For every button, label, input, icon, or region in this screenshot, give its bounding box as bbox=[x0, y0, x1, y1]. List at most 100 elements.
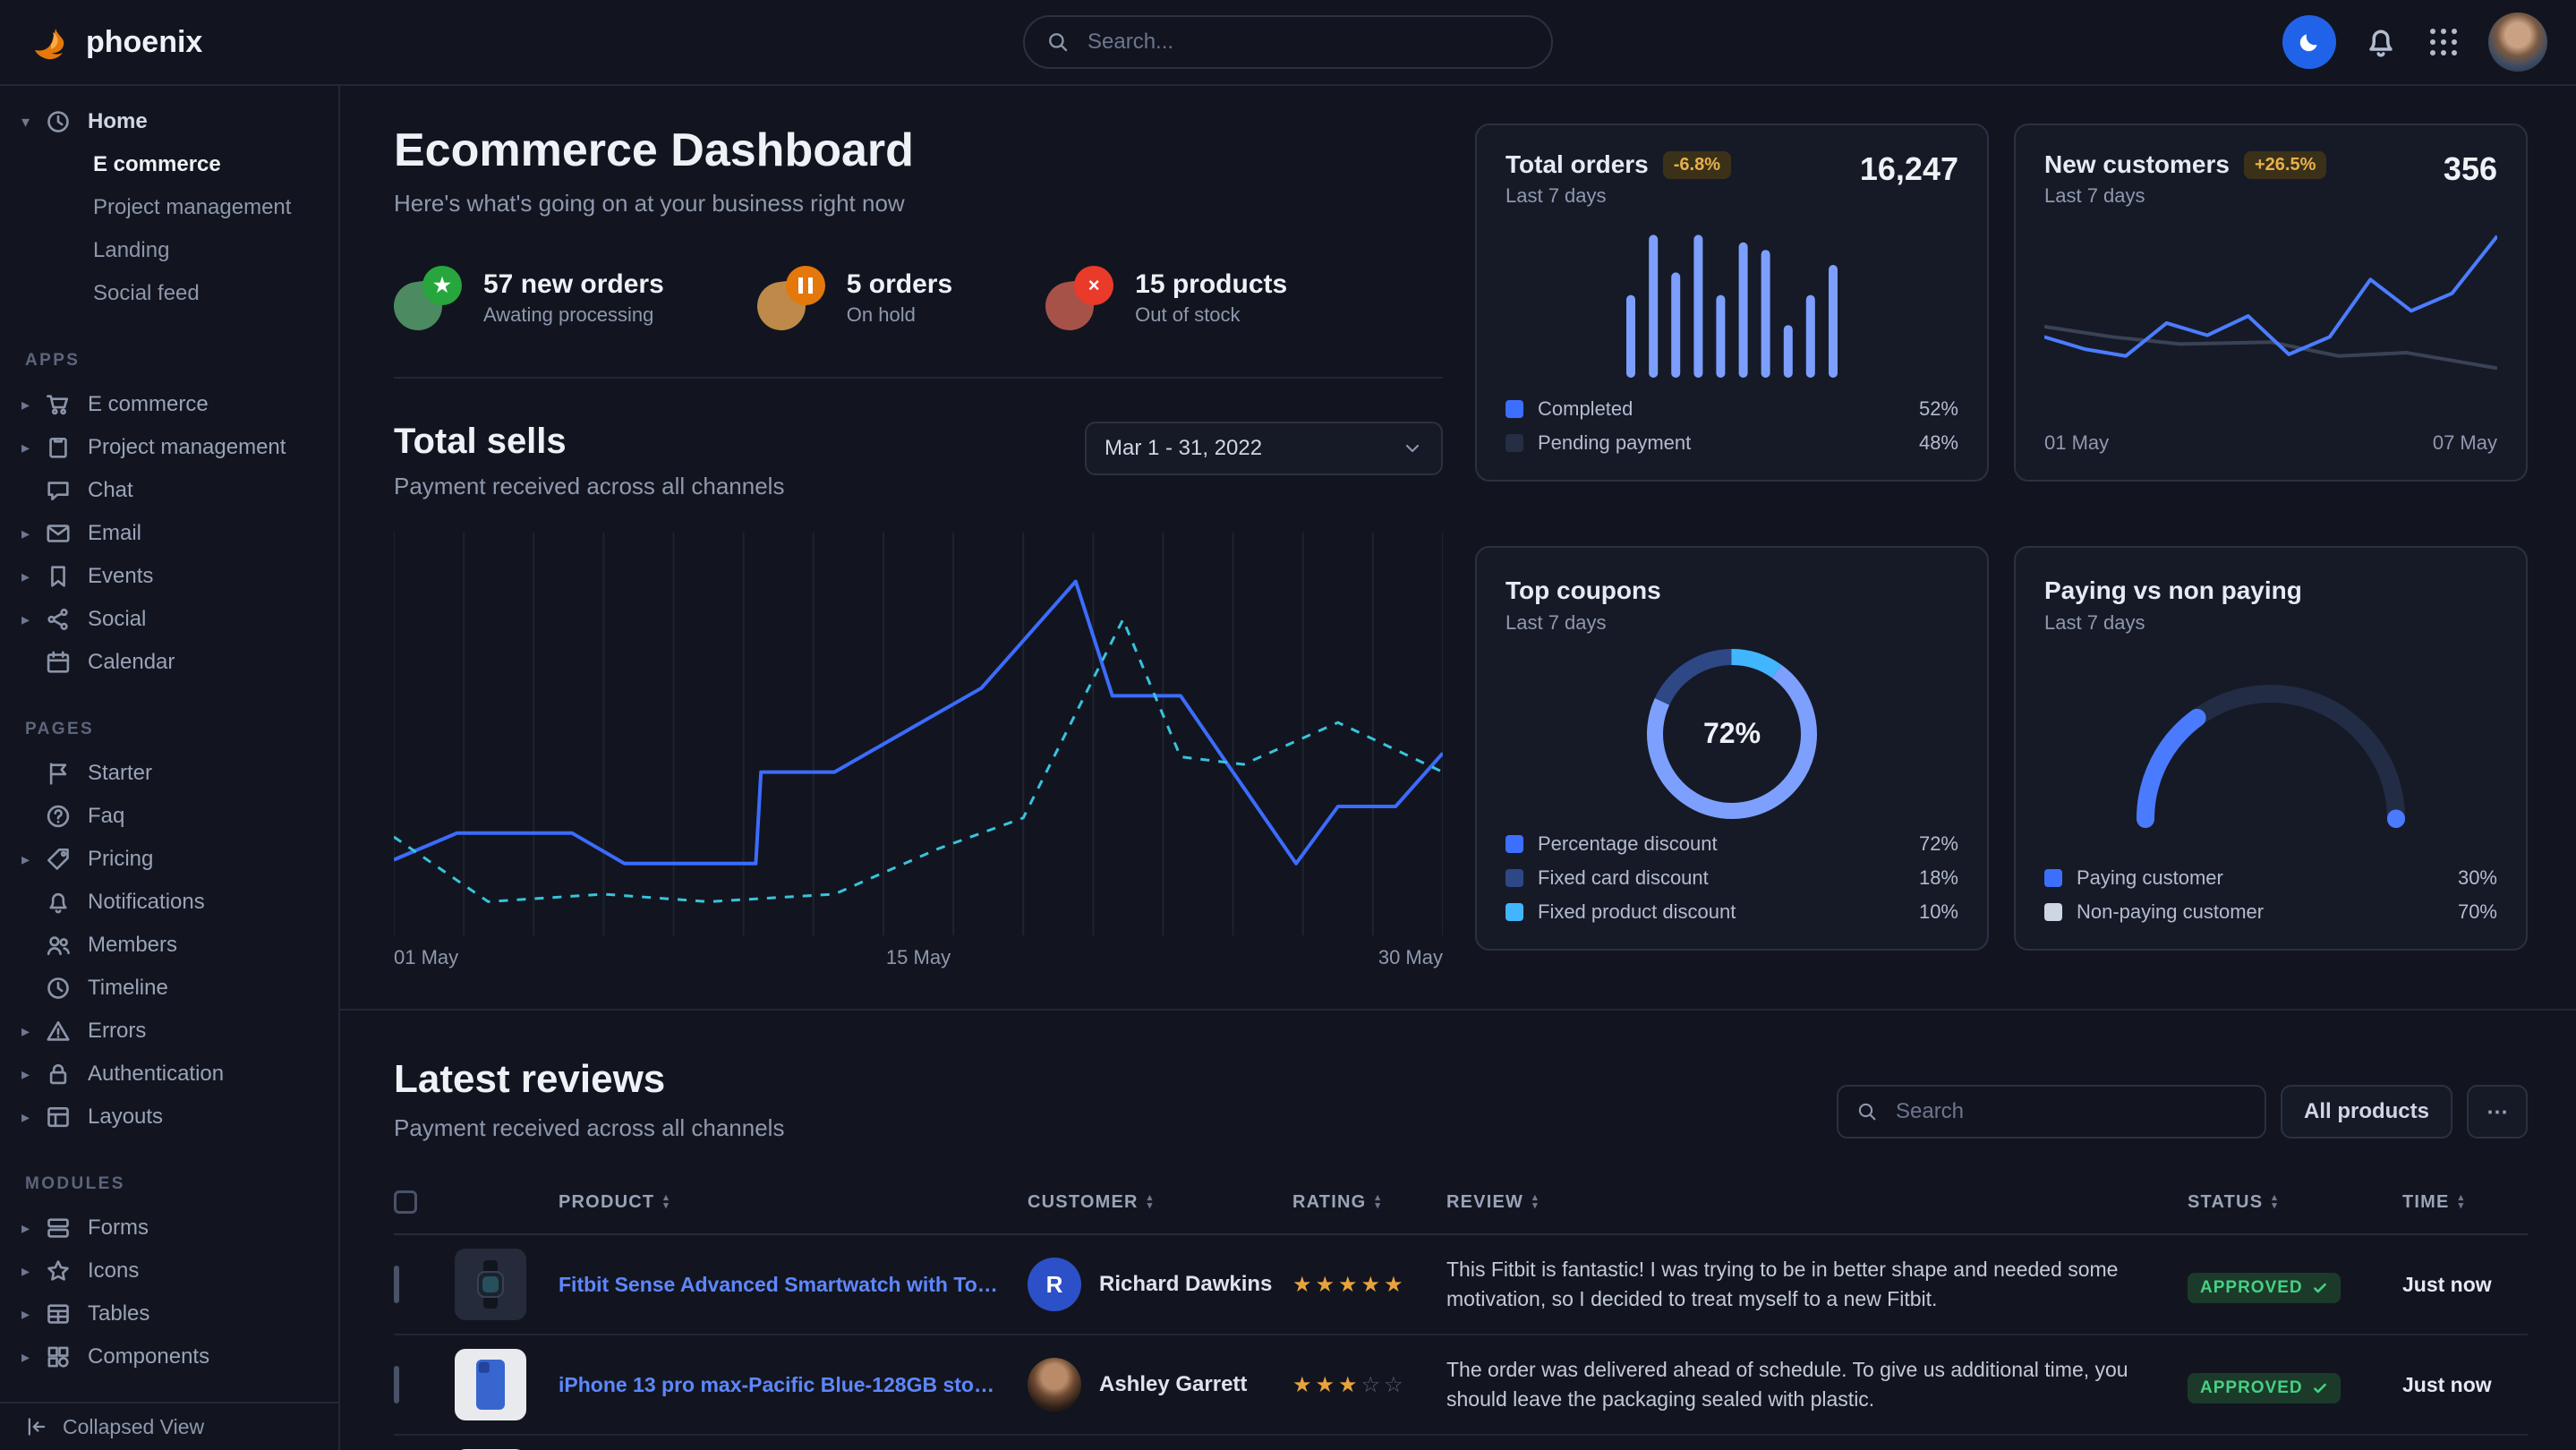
date-range-select[interactable]: Mar 1 - 31, 2022 bbox=[1085, 422, 1443, 475]
sort-icon: ▴▾ bbox=[1532, 1194, 1539, 1210]
sidebar-item-layouts[interactable]: ▸ Layouts bbox=[0, 1096, 338, 1139]
column-header-review[interactable]: REVIEW ▴▾ bbox=[1446, 1192, 2188, 1213]
star-icon: ★ bbox=[1338, 1373, 1361, 1397]
sidebar-item-authentication[interactable]: ▸Authentication bbox=[0, 1053, 338, 1096]
sidebar-item-notifications[interactable]: Notifications bbox=[0, 881, 338, 924]
all-products-button[interactable]: All products bbox=[2281, 1085, 2452, 1139]
reviews-search-input[interactable] bbox=[1892, 1097, 2247, 1126]
legend-label: Paying customer bbox=[2077, 866, 2223, 890]
review-text: The order was delivered ahead of schedul… bbox=[1446, 1355, 2188, 1415]
sidebar-item-project-management[interactable]: ▸Project management bbox=[0, 426, 338, 469]
sidebar-item-home[interactable]: ▾Home bbox=[0, 100, 338, 143]
product-link[interactable]: iPhone 13 pro max-Pacific Blue-128GB sto… bbox=[559, 1373, 1028, 1397]
customer-avatar: R bbox=[1028, 1258, 1081, 1311]
sidebar-item-chat[interactable]: Chat bbox=[0, 469, 338, 512]
trend-badge: +26.5% bbox=[2244, 151, 2326, 179]
chevron-icon: ▸ bbox=[21, 1108, 45, 1127]
sidebar-item-tables[interactable]: ▸Tables bbox=[0, 1292, 338, 1335]
sidebar-item-icons[interactable]: ▸Icons bbox=[0, 1250, 338, 1292]
sidebar-item-social[interactable]: ▸Social bbox=[0, 598, 338, 641]
legend-swatch bbox=[1506, 835, 1523, 853]
sidebar-item-faq[interactable]: Faq bbox=[0, 795, 338, 838]
stat-caption: Awating processing bbox=[483, 303, 664, 327]
brand-logo[interactable]: phoenix bbox=[29, 21, 202, 64]
date-range-value: Mar 1 - 31, 2022 bbox=[1105, 436, 1262, 461]
sidebar-item-forms[interactable]: ▸Forms bbox=[0, 1207, 338, 1250]
kpi-cards-grid: Total orders -6.8% Last 7 days 16,247 Co… bbox=[1475, 124, 2528, 969]
row-checkbox[interactable] bbox=[394, 1266, 399, 1303]
status-cell: APPROVED bbox=[2188, 1367, 2402, 1403]
table-row: Fitbit Sense Advanced Smartwatch with To… bbox=[394, 1235, 2528, 1335]
column-header-rating[interactable]: RATING ▴▾ bbox=[1292, 1192, 1446, 1213]
legend-item: Percentage discount 72% bbox=[1506, 832, 1958, 856]
sidebar-item-label: Social bbox=[88, 607, 146, 632]
notifications-button[interactable] bbox=[2363, 24, 2399, 60]
sidebar-item-components[interactable]: ▸Components bbox=[0, 1335, 338, 1378]
sidebar-item-timeline[interactable]: Timeline bbox=[0, 967, 338, 1010]
dashboard-left-column: Ecommerce Dashboard Here's what's going … bbox=[394, 124, 1443, 969]
dashboard-section: Ecommerce Dashboard Here's what's going … bbox=[340, 86, 2576, 969]
legend-label: Non-paying customer bbox=[2077, 900, 2264, 924]
product-cell: iPhone 13 pro max-Pacific Blue-128GB sto… bbox=[559, 1373, 1028, 1397]
sidebar-item-events[interactable]: ▸Events bbox=[0, 555, 338, 598]
legend-value: 70% bbox=[2458, 900, 2497, 924]
apps-grid-button[interactable] bbox=[2426, 24, 2461, 60]
global-search[interactable] bbox=[1023, 15, 1553, 69]
trend-badge: -6.8% bbox=[1663, 151, 1731, 179]
select-all-checkbox[interactable] bbox=[394, 1190, 417, 1214]
user-avatar[interactable] bbox=[2488, 13, 2547, 72]
status-label: APPROVED bbox=[2200, 1278, 2303, 1298]
sidebar-item-e-commerce[interactable]: ▸E commerce bbox=[0, 383, 338, 426]
reviews-search[interactable] bbox=[1837, 1085, 2266, 1139]
row-checkbox[interactable] bbox=[394, 1366, 399, 1403]
top-navbar: phoenix bbox=[0, 0, 2576, 86]
clock-icon bbox=[45, 975, 72, 1002]
card-title: Paying vs non paying bbox=[2044, 576, 2302, 604]
legend-swatch bbox=[1506, 434, 1523, 452]
sidebar-item-landing[interactable]: Landing bbox=[0, 229, 338, 272]
status-label: APPROVED bbox=[2200, 1378, 2303, 1398]
collapse-view-button[interactable]: Collapsed View bbox=[0, 1402, 338, 1450]
column-header-product[interactable]: PRODUCT ▴▾ bbox=[559, 1192, 1028, 1213]
chevron-icon: ▸ bbox=[21, 1022, 45, 1041]
sidebar-item-members[interactable]: Members bbox=[0, 924, 338, 967]
thumb-cell bbox=[455, 1249, 559, 1320]
paying-vs-non-paying-card: Paying vs non paying Last 7 days Paying … bbox=[2014, 546, 2528, 951]
sort-icon: ▴▾ bbox=[1147, 1194, 1154, 1210]
star-icon: ☆ bbox=[1384, 1373, 1407, 1397]
new-customers-x-axis: 01 May 07 May bbox=[2044, 431, 2497, 455]
sidebar-item-label: Layouts bbox=[88, 1105, 163, 1130]
sidebar-item-e-commerce[interactable]: E commerce bbox=[0, 143, 338, 186]
latest-reviews-section: Latest reviews Payment received across a… bbox=[340, 1011, 2576, 1450]
legend-label: Percentage discount bbox=[1538, 832, 1718, 856]
sidebar-item-label: Faq bbox=[88, 804, 124, 829]
coupons-donut-chart: 72% bbox=[1639, 641, 1825, 827]
new-customers-line-chart bbox=[2044, 218, 2497, 421]
sort-icon: ▴▾ bbox=[1375, 1194, 1381, 1210]
sidebar-item-label: E commerce bbox=[88, 392, 209, 417]
column-header-customer[interactable]: CUSTOMER ▴▾ bbox=[1028, 1192, 1292, 1213]
sort-icon: ▴▾ bbox=[2459, 1194, 2465, 1210]
sidebar-item-social-feed[interactable]: Social feed bbox=[0, 272, 338, 315]
sidebar-item-project-management[interactable]: Project management bbox=[0, 186, 338, 229]
sidebar-item-errors[interactable]: ▸Errors bbox=[0, 1010, 338, 1053]
customer-avatar bbox=[1028, 1358, 1081, 1412]
more-options-button[interactable]: ⋯ bbox=[2467, 1085, 2528, 1139]
sidebar-item-pricing[interactable]: ▸Pricing bbox=[0, 838, 338, 881]
sidebar-item-email[interactable]: ▸Email bbox=[0, 512, 338, 555]
stat-caption: On hold bbox=[847, 303, 952, 327]
sidebar-section-label-modules: MODULES bbox=[25, 1174, 338, 1194]
card-period: Last 7 days bbox=[1506, 184, 1731, 208]
legend-value: 72% bbox=[1919, 832, 1958, 856]
sidebar-item-starter[interactable]: Starter bbox=[0, 752, 338, 795]
sidebar-item-label: Members bbox=[88, 933, 177, 958]
product-link[interactable]: Fitbit Sense Advanced Smartwatch with To… bbox=[559, 1273, 1028, 1297]
global-search-input[interactable] bbox=[1084, 28, 1530, 56]
dark-mode-toggle[interactable] bbox=[2282, 15, 2336, 69]
check-icon bbox=[2312, 1380, 2328, 1396]
column-header-status[interactable]: STATUS ▴▾ bbox=[2188, 1192, 2402, 1213]
sidebar-item-calendar[interactable]: Calendar bbox=[0, 641, 338, 684]
main-content: Ecommerce Dashboard Here's what's going … bbox=[340, 86, 2576, 1450]
star-icon: ★ bbox=[1338, 1273, 1361, 1297]
column-header-time[interactable]: TIME ▴▾ bbox=[2402, 1192, 2528, 1213]
